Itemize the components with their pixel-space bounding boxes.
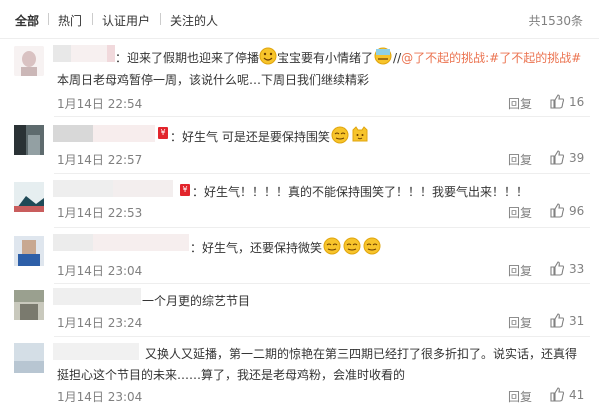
avatar-image bbox=[14, 46, 44, 76]
tab-all[interactable]: 全部 bbox=[15, 12, 39, 29]
comment-item: ¥ ：好生气 可是还是要保持围笑 1月14日 22:57 回复 39 bbox=[0, 117, 599, 175]
tab-divider bbox=[48, 13, 49, 25]
comment-text: ：迎来了假期也迎来了停播 宝宝要有小情绪了//@了不起的挑战:#了不起的挑战# bbox=[115, 47, 581, 68]
smile-emoji-icon bbox=[362, 237, 382, 258]
tab-divider bbox=[92, 13, 93, 25]
red-packet-icon: ¥ bbox=[158, 127, 168, 139]
reply-button[interactable]: 回复 bbox=[508, 388, 532, 405]
comment-filter-tabs: 全部 热门 认证用户 关注的人 共1530条 bbox=[0, 0, 599, 39]
comment-item: 又换人又延播，第一二期的惊艳在第三四期已经打了很多折扣了。说实话，还真得 挺担心… bbox=[0, 337, 599, 409]
avatar[interactable] bbox=[14, 46, 44, 76]
comment-item: 一个月更的综艺节目 1月14日 23:24 回复 31 bbox=[0, 284, 599, 340]
thumbs-up-icon[interactable] bbox=[549, 149, 565, 168]
comment-time: 1月14日 23:04 bbox=[57, 390, 143, 404]
comment-time: 1月14日 22:54 bbox=[57, 97, 143, 111]
like-count: 16 bbox=[569, 95, 585, 109]
avatar[interactable] bbox=[14, 236, 44, 266]
comment-item: ：迎来了假期也迎来了停播 宝宝要有小情绪了//@了不起的挑战:#了不起的挑战# 本… bbox=[0, 38, 599, 118]
comment-text: ：好生气！！！！真的不能保持围笑了！！！我要气出来！！！ bbox=[192, 185, 529, 199]
reply-button[interactable]: 回复 bbox=[508, 151, 532, 168]
tab-divider bbox=[160, 13, 161, 25]
thumbs-up-icon[interactable] bbox=[549, 202, 565, 221]
reply-button[interactable]: 回复 bbox=[508, 262, 532, 279]
comment-time: 1月14日 22:57 bbox=[57, 153, 143, 167]
thumbs-up-icon[interactable] bbox=[549, 386, 565, 405]
comment-text: 一个月更的综艺节目 bbox=[142, 294, 251, 308]
reply-button[interactable]: 回复 bbox=[508, 314, 532, 331]
comment-text-line2: 挺担心这个节目的未来……算了，我还是老母鸡粉，会准时收看的 bbox=[57, 368, 406, 382]
reply-button[interactable]: 回复 bbox=[508, 204, 532, 221]
sweat-emoji-icon bbox=[373, 47, 393, 68]
avatar[interactable] bbox=[14, 182, 44, 212]
total-comment-count: 共1530条 bbox=[528, 14, 583, 28]
avatar-image bbox=[14, 343, 44, 373]
red-packet-icon: ¥ bbox=[180, 184, 190, 196]
smile-emoji-icon bbox=[342, 237, 362, 258]
comment-text-line2: 本周日老母鸡暂停一周，该说什么呢…下周日我们继续精彩 bbox=[57, 73, 370, 87]
comment-item: ：好生气，还要保持微笑 1月14日 23:04 回复 33 bbox=[0, 228, 599, 284]
comment-time: 1月14日 23:04 bbox=[57, 264, 143, 278]
avatar-image bbox=[14, 125, 44, 155]
like-count: 96 bbox=[569, 204, 585, 218]
thumbs-up-icon[interactable] bbox=[549, 260, 565, 279]
like-count: 31 bbox=[569, 314, 585, 328]
avatar-image bbox=[14, 290, 44, 320]
comment-text: ：好生气 可是还是要保持围笑 bbox=[170, 126, 370, 147]
tab-following[interactable]: 关注的人 bbox=[170, 12, 218, 29]
comment-time: 1月14日 23:24 bbox=[57, 316, 143, 330]
comment-item: ¥ ：好生气！！！！真的不能保持围笑了！！！我要气出来！！！ 1月14日 22:… bbox=[0, 174, 599, 230]
mention-link[interactable]: @了不起的挑战 bbox=[401, 51, 485, 65]
avatar[interactable] bbox=[14, 290, 44, 320]
comment-text: 又换人又延播，第一二期的惊艳在第三四期已经打了很多折扣了。说实话，还真得 bbox=[145, 347, 578, 361]
thumbs-up-icon[interactable] bbox=[549, 312, 565, 331]
like-count: 41 bbox=[569, 388, 585, 402]
like-count: 39 bbox=[569, 151, 585, 165]
avatar[interactable] bbox=[14, 343, 44, 373]
grin-emoji-icon bbox=[259, 47, 277, 68]
like-count: 33 bbox=[569, 262, 585, 276]
smile-emoji-icon bbox=[330, 126, 350, 147]
avatar[interactable] bbox=[14, 125, 44, 155]
tab-verified[interactable]: 认证用户 bbox=[102, 12, 150, 29]
cat-emoji-icon bbox=[350, 126, 370, 147]
topic-link[interactable]: :#了不起的挑战# bbox=[485, 51, 581, 65]
tab-hot[interactable]: 热门 bbox=[58, 12, 82, 29]
reply-button[interactable]: 回复 bbox=[508, 95, 532, 112]
comment-time: 1月14日 22:53 bbox=[57, 206, 143, 220]
smile-emoji-icon bbox=[322, 237, 342, 258]
avatar-image bbox=[14, 182, 44, 212]
comment-text: ：好生气，还要保持微笑 bbox=[190, 237, 382, 258]
avatar-image bbox=[14, 236, 44, 266]
thumbs-up-icon[interactable] bbox=[549, 93, 565, 112]
